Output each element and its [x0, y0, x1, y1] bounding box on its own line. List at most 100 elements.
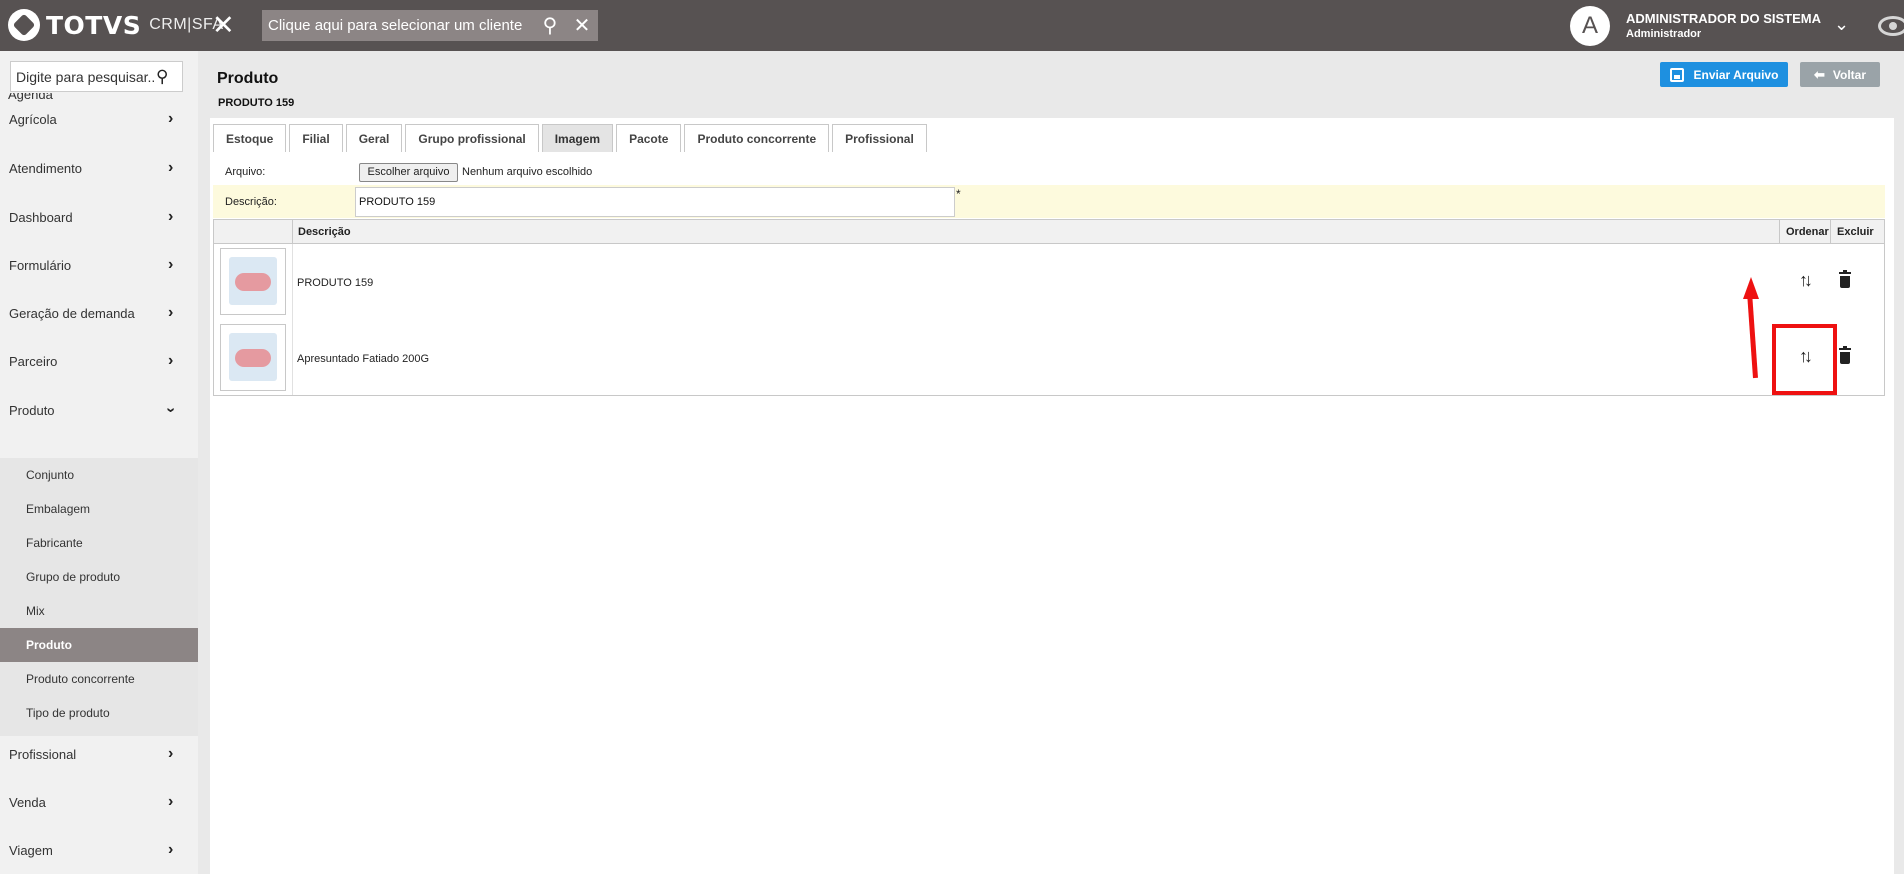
sidebar-submenu-produto: Conjunto Embalagem Fabricante Grupo de p…: [0, 458, 198, 736]
arrow-left-icon: ⬅: [1813, 66, 1825, 82]
annotation-highlight-box: [1772, 324, 1837, 395]
sidebar-item-label: Agrícola: [9, 111, 57, 127]
trash-body: [1840, 276, 1850, 288]
description-input[interactable]: PRODUTO 159: [355, 187, 955, 217]
chevron-down-icon: ›: [162, 407, 180, 413]
sidebar-item-label: Dashboard: [9, 209, 73, 225]
clear-icon[interactable]: ✕: [566, 13, 598, 38]
sidebar: Agenda Digite para pesquisar... ⚲ Agríco…: [0, 51, 198, 874]
avatar[interactable]: A: [1570, 6, 1610, 46]
sidebar-item-venda[interactable]: Venda ›: [0, 780, 198, 824]
client-selector[interactable]: Clique aqui para selecionar um cliente ⚲…: [262, 10, 598, 41]
sidebar-item-label: Profissional: [9, 746, 77, 762]
description-label: Descrição:: [225, 196, 277, 208]
submenu-item-produto[interactable]: Produto: [0, 628, 198, 662]
product-package-image: [229, 257, 277, 305]
row-description: Apresuntado Fatiado 200G: [297, 353, 430, 365]
page-subtitle: PRODUTO 159: [218, 97, 295, 109]
submenu-item-grupo-de-produto[interactable]: Grupo de produto: [0, 560, 198, 594]
sidebar-item-atendimento[interactable]: Atendimento ›: [0, 146, 198, 190]
sidebar-item-formulario[interactable]: Formulário ›: [0, 243, 198, 287]
sidebar-item-label: Produto: [9, 402, 55, 418]
tab-geral[interactable]: Geral: [345, 124, 403, 152]
sidebar-item-label: Parceiro: [9, 353, 58, 369]
chevron-right-icon: ›: [168, 793, 174, 810]
tab-estoque[interactable]: Estoque: [213, 124, 287, 152]
submenu-item-conjunto[interactable]: Conjunto: [0, 458, 198, 492]
sidebar-item-geracao-de-demanda[interactable]: Geração de demanda ›: [0, 291, 198, 335]
sidebar-item-produto[interactable]: Produto ›: [0, 388, 198, 432]
submenu-item-fabricante[interactable]: Fabricante: [0, 526, 198, 560]
trash-lid: [1839, 346, 1851, 350]
chevron-right-icon: ›: [168, 159, 174, 176]
sidebar-item-viagem[interactable]: Viagem ›: [0, 828, 198, 872]
chevron-right-icon: ›: [168, 745, 174, 762]
save-icon: [1669, 67, 1684, 82]
tab-filial[interactable]: Filial: [289, 124, 343, 152]
row-description: PRODUTO 159: [297, 277, 374, 289]
client-selector-placeholder: Clique aqui para selecionar um cliente: [268, 17, 523, 34]
grid-divider: [292, 244, 293, 395]
chevron-down-icon[interactable]: ⌄: [1834, 14, 1849, 35]
reorder-icon[interactable]: ↑↓: [1799, 270, 1813, 291]
tab-imagem[interactable]: Imagem: [541, 124, 614, 152]
close-menu-icon[interactable]: ✕: [212, 12, 235, 39]
trash-body: [1840, 352, 1850, 364]
user-name: ADMINISTRADOR DO SISTEMA: [1626, 11, 1821, 26]
totvs-logo-icon: [8, 9, 40, 41]
brand-name: TOTVS: [46, 10, 142, 40]
sidebar-item-profissional[interactable]: Profissional ›: [0, 732, 198, 776]
grid-divider: [1830, 220, 1831, 244]
trash-lid: [1839, 270, 1851, 274]
sidebar-item-label: Geração de demanda: [9, 305, 135, 321]
back-label: Voltar: [1832, 67, 1867, 82]
submenu-item-mix[interactable]: Mix: [0, 594, 198, 628]
grid-divider: [1779, 220, 1780, 244]
top-bar: TOTVS CRM|SFA ✕ Clique aqui para selecio…: [0, 0, 1904, 51]
sidebar-search-input[interactable]: Digite para pesquisar... ⚲: [10, 61, 183, 92]
grid-header: Descrição Ordenar Excluir: [214, 220, 1884, 244]
send-file-label: Enviar Arquivo: [1693, 67, 1779, 82]
submenu-item-produto-concorrente[interactable]: Produto concorrente: [0, 662, 198, 696]
file-label: Arquivo:: [225, 166, 266, 178]
image-grid: Descrição Ordenar Excluir PRODUTO 159 ↑↓…: [213, 219, 1885, 396]
brand-logo[interactable]: TOTVS CRM|SFA: [8, 8, 224, 42]
sidebar-item-parceiro[interactable]: Parceiro ›: [0, 339, 198, 383]
chevron-right-icon: ›: [168, 256, 174, 273]
column-header-excluir[interactable]: Excluir: [1837, 220, 1874, 244]
trash-icon[interactable]: [1839, 346, 1851, 364]
column-header-ordenar[interactable]: Ordenar: [1786, 220, 1829, 244]
chevron-right-icon: ›: [168, 304, 174, 321]
trash-icon[interactable]: [1839, 270, 1851, 288]
page-title: Produto: [217, 70, 279, 87]
tab-bar: Estoque Filial Geral Grupo profissional …: [213, 124, 930, 152]
search-icon[interactable]: ⚲: [156, 67, 182, 87]
search-icon[interactable]: ⚲: [534, 13, 566, 38]
chevron-right-icon: ›: [168, 110, 174, 127]
required-marker: *: [956, 187, 961, 201]
tab-profissional[interactable]: Profissional: [832, 124, 927, 152]
submenu-item-embalagem[interactable]: Embalagem: [0, 492, 198, 526]
send-file-button[interactable]: Enviar Arquivo: [1660, 62, 1788, 87]
back-button[interactable]: ⬅ Voltar: [1800, 62, 1880, 87]
sidebar-item-label: Venda: [9, 794, 46, 810]
sidebar-item-label: Atendimento: [9, 160, 82, 176]
submenu-item-tipo-de-produto[interactable]: Tipo de produto: [0, 696, 198, 730]
choose-file-button[interactable]: Escolher arquivo: [359, 163, 458, 182]
sidebar-item-dashboard[interactable]: Dashboard ›: [0, 195, 198, 239]
user-role: Administrador: [1626, 28, 1702, 40]
eye-icon[interactable]: [1878, 16, 1904, 36]
sidebar-item-agricola[interactable]: Agrícola ›: [0, 97, 198, 141]
grid-divider: [292, 220, 293, 244]
search-placeholder: Digite para pesquisar...: [16, 68, 156, 85]
tab-grupo-profissional[interactable]: Grupo profissional: [405, 124, 539, 152]
product-image-thumbnail[interactable]: [220, 324, 286, 391]
chevron-right-icon: ›: [168, 352, 174, 369]
tab-pacote[interactable]: Pacote: [616, 124, 682, 152]
chevron-right-icon: ›: [168, 208, 174, 225]
tab-produto-concorrente[interactable]: Produto concorrente: [684, 124, 830, 152]
file-status: Nenhum arquivo escolhido: [462, 166, 593, 178]
user-info[interactable]: ADMINISTRADOR DO SISTEMA Administrador: [1626, 11, 1821, 40]
product-image-thumbnail[interactable]: [220, 248, 286, 315]
column-header-descricao[interactable]: Descrição: [298, 220, 351, 244]
